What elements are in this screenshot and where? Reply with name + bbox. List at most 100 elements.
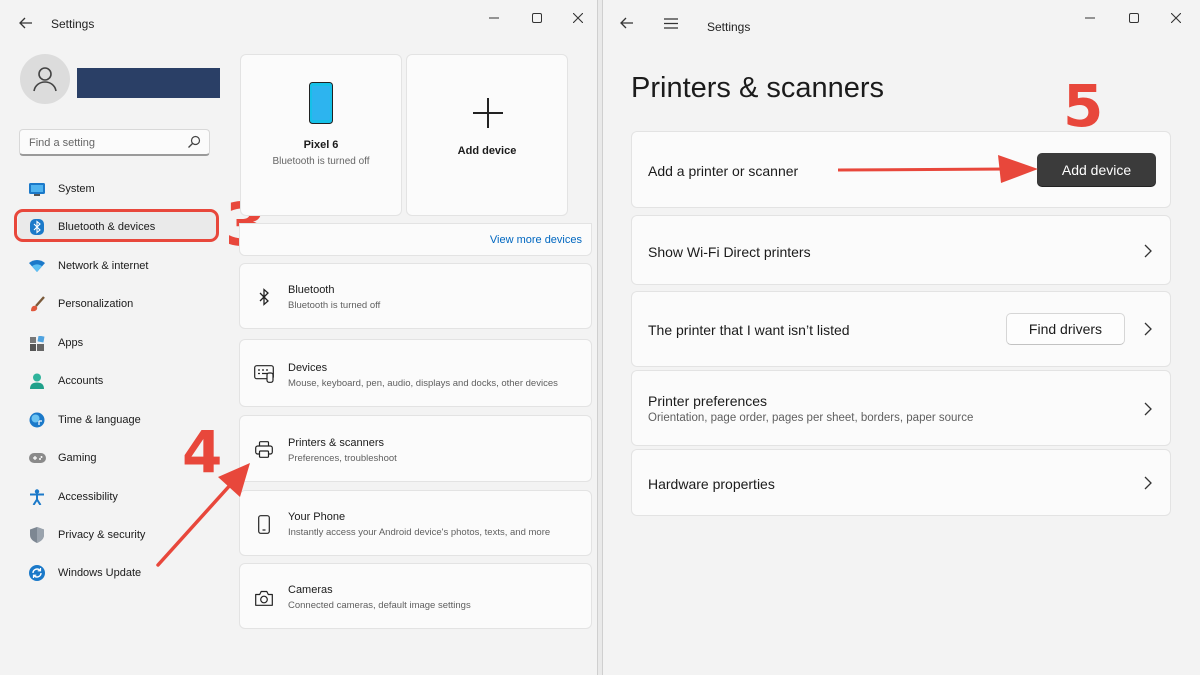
menu-button[interactable]: [660, 12, 682, 34]
sidebar-item-label: Gaming: [58, 452, 97, 464]
back-button[interactable]: [616, 12, 638, 34]
row-subtitle: Instantly access your Android device's p…: [288, 527, 551, 538]
search-icon: [188, 135, 201, 148]
row-title: Devices: [288, 362, 328, 374]
minimize-button[interactable]: [482, 8, 506, 28]
sidebar-item-label: Bluetooth & devices: [58, 221, 156, 233]
row-title: Hardware properties: [648, 476, 775, 492]
settings-window-left: Settings System Bluetooth & devices Netw…: [0, 0, 598, 675]
wifi-icon: [28, 257, 46, 275]
search-input[interactable]: [29, 134, 179, 152]
title-bar: Settings: [603, 0, 1200, 44]
apps-icon: [28, 334, 46, 352]
devices-icon: [254, 364, 274, 384]
update-icon: [28, 564, 46, 582]
bluetooth-icon: [28, 218, 46, 236]
row-cameras[interactable]: Cameras Connected cameras, default image…: [239, 563, 592, 629]
row-title: Printer preferences: [648, 393, 768, 409]
row-devices[interactable]: Devices Mouse, keyboard, pen, audio, dis…: [239, 339, 592, 407]
sidebar-item-apps[interactable]: Apps: [18, 328, 216, 358]
back-arrow-icon: [19, 17, 32, 29]
view-more-bar: View more devices: [239, 223, 592, 256]
sidebar-item-label: Accessibility: [58, 491, 118, 503]
chevron-right-icon: [1144, 402, 1152, 416]
minimize-icon: [489, 17, 499, 19]
back-arrow-icon: [620, 17, 633, 29]
camera-icon: [254, 588, 274, 608]
close-icon: [573, 13, 583, 23]
chevron-right-icon: [1144, 322, 1152, 336]
page-title: Printers & scanners: [631, 72, 885, 104]
avatar[interactable]: [20, 54, 70, 104]
back-button[interactable]: [15, 12, 37, 34]
sidebar-item-label: Accounts: [58, 375, 104, 387]
minimize-icon: [1085, 17, 1095, 19]
find-drivers-button[interactable]: Find drivers: [1006, 313, 1125, 345]
close-icon: [1171, 13, 1181, 23]
sidebar-item-label: Apps: [58, 337, 84, 349]
tile-title: Add device: [457, 145, 517, 157]
globe-clock-icon: [28, 411, 46, 429]
maximize-button[interactable]: [525, 8, 549, 28]
row-printer-preferences[interactable]: Printer preferences Orientation, page or…: [631, 370, 1171, 446]
row-title: Add a printer or scanner: [648, 163, 799, 179]
tile-subtitle: Bluetooth is turned off: [272, 156, 370, 167]
sidebar-item-label: Network & internet: [58, 260, 149, 272]
accessibility-icon: [28, 488, 46, 506]
add-device-tile[interactable]: Add device: [406, 54, 568, 216]
close-button[interactable]: [566, 8, 590, 28]
chevron-right-icon: [1144, 476, 1152, 490]
row-subtitle: Bluetooth is turned off: [288, 300, 381, 311]
row-bluetooth[interactable]: Bluetooth Bluetooth is turned off: [239, 263, 592, 329]
gamepad-icon: [28, 449, 46, 467]
row-your-phone[interactable]: Your Phone Instantly access your Android…: [239, 490, 592, 556]
row-title: Show Wi-Fi Direct printers: [648, 244, 811, 260]
shield-icon: [28, 526, 46, 544]
sidebar-item-label: System: [58, 183, 95, 195]
maximize-button[interactable]: [1122, 8, 1146, 28]
sidebar-item-system[interactable]: System: [18, 174, 216, 204]
sidebar-item-label: Time & language: [58, 414, 141, 426]
row-title: Bluetooth: [288, 284, 335, 296]
row-printers-scanners[interactable]: Printers & scanners Preferences, trouble…: [239, 415, 592, 482]
settings-window-right: Settings Printers & scanners 5 Add a pri…: [602, 0, 1200, 675]
row-title: Cameras: [288, 584, 333, 596]
minimize-button[interactable]: [1078, 8, 1102, 28]
annotation-arrow-5: [838, 155, 1038, 183]
window-title: Settings: [707, 20, 751, 34]
brush-icon: [28, 295, 46, 313]
row-subtitle: Mouse, keyboard, pen, audio, displays an…: [288, 378, 558, 389]
row-subtitle: Orientation, page order, pages per sheet…: [648, 412, 974, 424]
row-subtitle: Connected cameras, default image setting…: [288, 600, 471, 611]
device-tile-pixel-6[interactable]: Pixel 6 Bluetooth is turned off: [240, 54, 402, 216]
close-button[interactable]: [1164, 8, 1188, 28]
tile-title: Pixel 6: [303, 139, 339, 151]
annotation-step-4: 4: [182, 418, 223, 486]
person-icon: [33, 67, 57, 92]
row-printer-not-listed[interactable]: The printer that I want isn’t listed Fin…: [631, 291, 1171, 367]
row-title: Printers & scanners: [288, 437, 384, 449]
sidebar-item-label: Privacy & security: [58, 529, 146, 541]
bluetooth-icon: [254, 287, 274, 307]
maximize-icon: [532, 13, 542, 23]
view-more-devices-link[interactable]: View more devices: [490, 234, 582, 246]
row-title: The printer that I want isn’t listed: [648, 322, 850, 338]
row-wifi-direct-printers[interactable]: Show Wi-Fi Direct printers: [631, 215, 1171, 285]
annotation-step-5: 5: [1063, 72, 1104, 140]
title-bar: Settings: [0, 0, 597, 44]
plus-icon: [473, 98, 503, 128]
chevron-right-icon: [1144, 244, 1152, 258]
row-hardware-properties[interactable]: Hardware properties: [631, 449, 1171, 516]
add-device-button[interactable]: Add device: [1037, 153, 1156, 186]
sidebar-item-label: Windows Update: [58, 567, 142, 579]
hamburger-menu-icon: [664, 17, 678, 29]
sidebar-item-network[interactable]: Network & internet: [18, 251, 216, 281]
row-title: Your Phone: [288, 511, 346, 523]
maximize-icon: [1129, 13, 1139, 23]
sidebar-item-bluetooth-devices[interactable]: Bluetooth & devices: [18, 212, 216, 242]
window-title: Settings: [51, 17, 95, 31]
search-box[interactable]: [19, 129, 210, 156]
sidebar-item-personalization[interactable]: Personalization: [18, 289, 216, 319]
sidebar-item-accounts[interactable]: Accounts: [18, 366, 216, 396]
sidebar-item-label: Personalization: [58, 298, 134, 310]
